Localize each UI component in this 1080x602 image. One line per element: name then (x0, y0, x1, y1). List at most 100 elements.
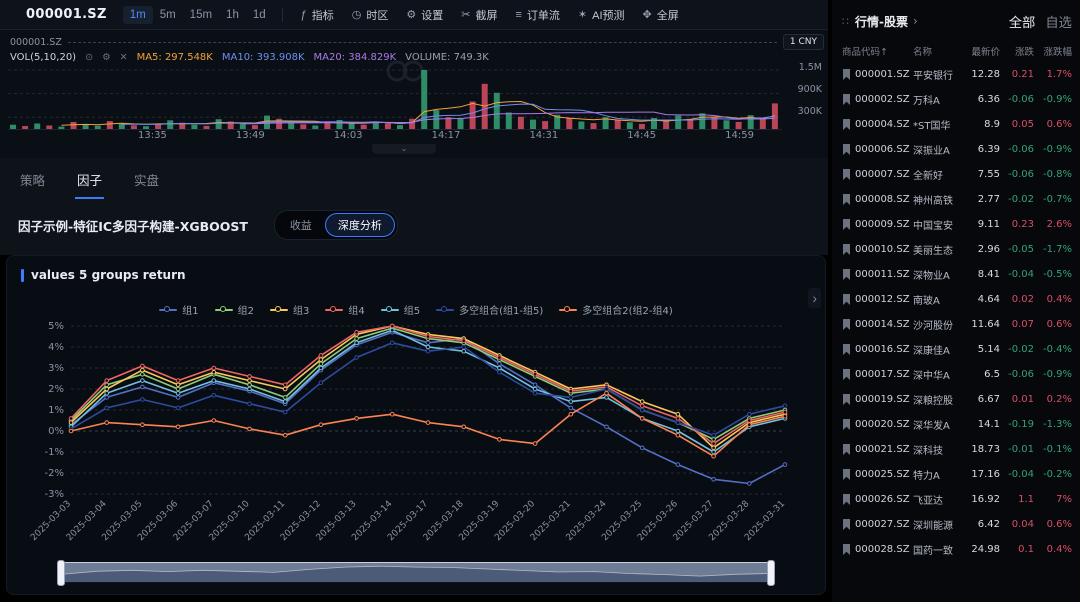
bookmark-icon[interactable] (842, 169, 855, 180)
bookmark-icon[interactable] (842, 219, 855, 230)
col-name[interactable]: 名称 (913, 44, 960, 58)
bookmark-icon[interactable] (842, 344, 855, 355)
datazoom-handle-left[interactable] (57, 560, 65, 586)
table-row[interactable]: 000019.SZ 深粮控股 6.67 0.01 0.2% (842, 387, 1072, 412)
timeframe-1m[interactable]: 1m (123, 6, 153, 24)
legend-item[interactable]: 组1 (159, 302, 198, 317)
timeframe-15m[interactable]: 15m (183, 6, 219, 24)
table-row[interactable]: 000001.SZ 平安银行 12.28 0.21 1.7% (842, 62, 1072, 87)
bookmark-icon[interactable] (842, 394, 855, 405)
toolbar-button[interactable]: ✂ 截屏 (452, 4, 506, 26)
col-change-pct[interactable]: 涨跌幅 (1034, 44, 1072, 58)
stock-change: 0.1 (1000, 544, 1034, 555)
datazoom-handle-right[interactable] (767, 560, 775, 586)
price-series-row: 000001.SZ 1 CNY (10, 35, 824, 49)
bookmark-icon[interactable] (842, 244, 855, 255)
table-row[interactable]: 000017.SZ 深中华A 6.5 -0.06 -0.9% (842, 362, 1072, 387)
datazoom-slider[interactable] (61, 562, 771, 582)
bookmark-icon[interactable] (842, 194, 855, 205)
stock-change: -0.02 (1000, 194, 1034, 205)
toolbar-button[interactable]: ≡ 订单流 (506, 4, 568, 26)
bookmark-icon[interactable] (842, 519, 855, 530)
vol-axis-tick-3: 300K (798, 106, 822, 117)
bookmark-icon[interactable] (842, 369, 855, 380)
legend-item[interactable]: 组4 (325, 302, 364, 317)
table-row[interactable]: 000025.SZ 特力A 17.16 -0.04 -0.2% (842, 462, 1072, 487)
bookmark-icon[interactable] (842, 469, 855, 480)
volume-chart[interactable] (8, 68, 782, 130)
toggle-returns[interactable]: 收益 (277, 213, 325, 237)
expand-panel-button[interactable]: › (808, 288, 821, 308)
bookmark-icon[interactable] (842, 94, 855, 105)
stock-name: 国药一致 (913, 542, 960, 557)
table-row[interactable]: 000020.SZ 深华发A 14.1 -0.19 -1.3% (842, 412, 1072, 437)
table-row[interactable]: 000010.SZ 美丽生态 2.96 -0.05 -1.7% (842, 237, 1072, 262)
stock-price: 24.98 (960, 544, 1000, 555)
col-price[interactable]: 最新价 (960, 44, 1000, 58)
currency-badge[interactable]: 1 CNY (783, 34, 824, 50)
ma10-value: MA10: 393.908K (222, 52, 305, 63)
toolbar-button[interactable]: ◷ 时区 (343, 4, 398, 26)
col-change[interactable]: 涨跌 (1000, 44, 1034, 58)
bookmark-icon[interactable] (842, 144, 855, 155)
table-row[interactable]: 000004.SZ *ST国华 8.9 0.05 0.6% (842, 112, 1072, 137)
legend-marker (270, 309, 288, 311)
gear-icon[interactable]: ⚙ (102, 52, 111, 63)
volume-legend: VOL(5,10,20) ⊙ ⚙ ✕ MA5: 297.548K MA10: 3… (10, 52, 489, 63)
filter-watchlist[interactable]: 自选 (1045, 12, 1072, 31)
table-row[interactable]: 000009.SZ 中国宝安 9.11 0.23 2.6% (842, 212, 1072, 237)
table-row[interactable]: 000028.SZ 国药一致 24.98 0.1 0.4% (842, 537, 1072, 562)
legend-item[interactable]: 多空组合(组1-组5) (436, 302, 543, 317)
table-row[interactable]: 000002.SZ 万科A 6.36 -0.06 -0.9% (842, 87, 1072, 112)
tab-strategy[interactable]: 策略 (18, 168, 47, 199)
table-row[interactable]: 000016.SZ 深康佳A 5.14 -0.02 -0.4% (842, 337, 1072, 362)
toolbar-button[interactable]: ✥ 全屏 (634, 4, 688, 26)
table-row[interactable]: 000011.SZ 深物业A 8.41 -0.04 -0.5% (842, 262, 1072, 287)
timeframe-5m[interactable]: 5m (153, 6, 183, 24)
toggle-deep-analysis[interactable]: 深度分析 (325, 213, 395, 237)
table-row[interactable]: 000026.SZ 飞亚达 16.92 1.1 7% (842, 487, 1072, 512)
stock-change-pct: -0.2% (1034, 469, 1072, 480)
toolbar-button[interactable]: ⚙ 设置 (397, 4, 452, 26)
stock-change: 0.02 (1000, 294, 1034, 305)
table-row[interactable]: 000027.SZ 深圳能源 6.42 0.04 0.6% (842, 512, 1072, 537)
bookmark-icon[interactable] (842, 419, 855, 430)
collapse-pane-button[interactable]: ⌄ (372, 144, 436, 154)
table-row[interactable]: 000007.SZ 全新好 7.55 -0.06 -0.8% (842, 162, 1072, 187)
table-row[interactable]: 000006.SZ 深振业A 6.39 -0.06 -0.9% (842, 137, 1072, 162)
tab-factor[interactable]: 因子 (75, 168, 104, 199)
timeframe-1d[interactable]: 1d (246, 6, 273, 24)
toolbar-button[interactable]: ƒ 指标 (292, 4, 343, 26)
drag-grip-icon[interactable]: ∷ (842, 15, 849, 28)
timeframe-1h[interactable]: 1h (219, 6, 246, 24)
stock-price: 7.55 (960, 169, 1000, 180)
col-code[interactable]: 商品代码↑ (842, 44, 913, 58)
legend-item[interactable]: 组3 (270, 302, 309, 317)
table-row[interactable]: 000012.SZ 南玻A 4.64 0.02 0.4% (842, 287, 1072, 312)
table-row[interactable]: 000008.SZ 神州高铁 2.77 -0.02 -0.7% (842, 187, 1072, 212)
price-series-label: 000001.SZ (10, 37, 62, 48)
fullscreen-icon: ✥ (643, 8, 652, 21)
bookmark-icon[interactable] (842, 294, 855, 305)
toolbar-button[interactable]: ✶ AI预测 (569, 4, 634, 26)
stock-price: 6.42 (960, 519, 1000, 530)
screenshot-icon: ✂ (461, 8, 470, 21)
bookmark-icon[interactable] (842, 544, 855, 555)
bookmark-icon[interactable] (842, 494, 855, 505)
bookmark-icon[interactable] (842, 269, 855, 280)
close-icon[interactable]: ✕ (120, 52, 128, 63)
groups-return-chart[interactable]: 5%4%3%2%1%0%-1%-2%-3%2025-03-032025-03-0… (25, 320, 809, 558)
legend-item[interactable]: 组2 (215, 302, 254, 317)
bookmark-icon[interactable] (842, 319, 855, 330)
bookmark-icon[interactable] (842, 69, 855, 80)
table-row[interactable]: 000014.SZ 沙河股份 11.64 0.07 0.6% (842, 312, 1072, 337)
bookmark-icon[interactable] (842, 119, 855, 130)
tab-live[interactable]: 实盘 (132, 168, 161, 199)
legend-item[interactable]: 组5 (381, 302, 420, 317)
filter-all[interactable]: 全部 (1009, 12, 1036, 31)
table-row[interactable]: 000021.SZ 深科技 18.73 -0.01 -0.1% (842, 437, 1072, 462)
visibility-icon[interactable]: ⊙ (85, 52, 93, 63)
legend-item[interactable]: 多空组合2(组2-组4) (559, 302, 673, 317)
bookmark-icon[interactable] (842, 444, 855, 455)
chevron-right-icon[interactable]: › (913, 14, 918, 28)
